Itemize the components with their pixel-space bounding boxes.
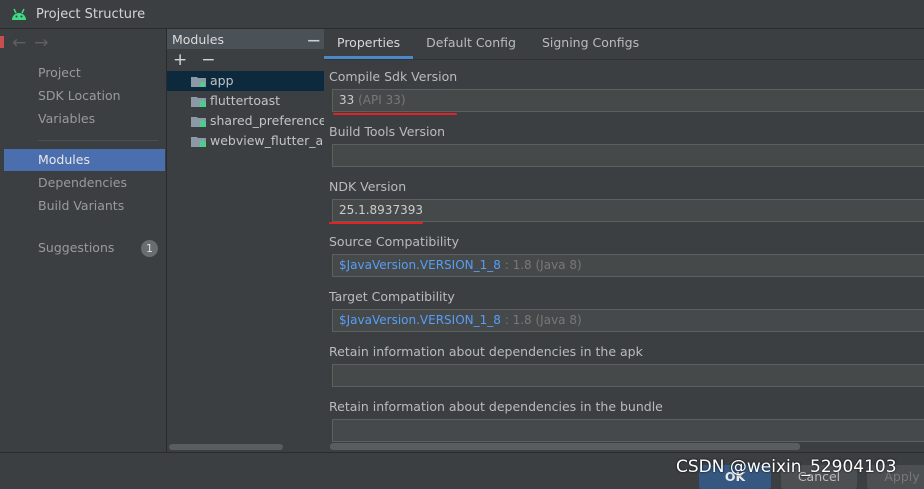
nav-item-modules[interactable]: Modules [4, 149, 165, 171]
nav-item-dependencies[interactable]: Dependencies [4, 172, 165, 194]
properties-panel: Properties Default Config Signing Config… [324, 29, 924, 452]
library-module-folder-icon [191, 117, 206, 127]
android-icon [12, 8, 26, 20]
left-nav: ←→ Project SDK Location Variables Module… [4, 29, 165, 452]
target-compat-hint: : 1.8 (Java 8) [504, 313, 582, 327]
nav-item-sdk-location[interactable]: SDK Location [4, 85, 165, 107]
back-arrow-icon[interactable]: ← [12, 33, 34, 53]
module-item-webview-flutter[interactable]: webview_flutter_and [167, 131, 324, 151]
module-item-app[interactable]: app [167, 71, 324, 91]
retain-bundle-field[interactable] [332, 419, 924, 442]
target-compat-field[interactable]: $JavaVersion.VERSION_1_8 : 1.8 (Java 8) [332, 309, 924, 332]
suggestions-count-badge: 1 [141, 240, 158, 257]
compile-sdk-hint: (API 33) [358, 93, 406, 107]
modules-panel: Modules — + − app fluttertoast shared_pr… [166, 29, 325, 452]
nav-arrows: ←→ [12, 33, 57, 53]
source-compat-label: Source Compatibility [329, 234, 460, 249]
modules-scrollbar[interactable] [169, 444, 283, 450]
compile-sdk-field[interactable]: 33 (API 33) [332, 89, 924, 112]
annotation-underline [333, 113, 457, 115]
ndk-value: 25.1.8937393 [339, 203, 423, 217]
target-compat-variable: $JavaVersion.VERSION_1_8 [339, 313, 501, 327]
ndk-field[interactable]: 25.1.8937393 [332, 199, 924, 222]
compile-sdk-value: 33 [339, 93, 355, 107]
watermark: CSDN @weixin_52904103 [676, 457, 897, 477]
nav-item-suggestions[interactable]: Suggestions 1 [4, 237, 165, 259]
source-compat-field[interactable]: $JavaVersion.VERSION_1_8 : 1.8 (Java 8) [332, 254, 924, 277]
title-bar: Project Structure [0, 0, 924, 29]
module-label: app [210, 73, 234, 88]
add-module-icon[interactable]: + [173, 50, 187, 70]
nav-separator [38, 140, 158, 141]
target-compat-label: Target Compatibility [329, 289, 455, 304]
retain-apk-field[interactable] [332, 364, 924, 387]
tab-properties[interactable]: Properties [324, 29, 414, 59]
forward-arrow-icon[interactable]: → [34, 33, 56, 53]
nav-item-project[interactable]: Project [4, 62, 165, 84]
tab-bar: Properties Default Config Signing Config… [324, 29, 924, 60]
modules-header: Modules — [167, 29, 324, 49]
tab-signing-configs[interactable]: Signing Configs [529, 29, 652, 59]
minimize-icon[interactable]: — [308, 32, 321, 47]
remove-module-icon[interactable]: − [201, 50, 215, 70]
library-module-folder-icon [191, 97, 206, 107]
module-item-fluttertoast[interactable]: fluttertoast [167, 91, 324, 111]
modules-list: app fluttertoast shared_preferences webv… [167, 71, 324, 151]
module-label: shared_preferences [210, 113, 324, 128]
module-item-shared-preferences[interactable]: shared_preferences [167, 111, 324, 131]
module-label: fluttertoast [210, 93, 281, 108]
module-label: webview_flutter_and [210, 133, 324, 148]
source-compat-hint: : 1.8 (Java 8) [504, 258, 582, 272]
nav-item-build-variants[interactable]: Build Variants [4, 195, 165, 217]
window-title: Project Structure [36, 6, 146, 22]
android-module-folder-icon [191, 77, 206, 87]
build-tools-field[interactable] [332, 144, 924, 167]
library-module-folder-icon [191, 137, 206, 147]
source-compat-variable: $JavaVersion.VERSION_1_8 [339, 258, 501, 272]
ndk-label: NDK Version [329, 179, 407, 194]
modules-title: Modules [172, 31, 224, 47]
annotation-underline [329, 222, 423, 224]
modules-toolbar: + − [167, 49, 324, 71]
compile-sdk-label: Compile Sdk Version [329, 69, 458, 84]
tab-default-config[interactable]: Default Config [413, 29, 529, 59]
nav-item-variables[interactable]: Variables [4, 108, 165, 130]
retain-bundle-label: Retain information about dependencies in… [329, 399, 663, 414]
suggestions-label: Suggestions [38, 240, 115, 255]
properties-scrollbar[interactable] [330, 443, 800, 450]
retain-apk-label: Retain information about dependencies in… [329, 344, 643, 359]
build-tools-label: Build Tools Version [329, 124, 446, 139]
